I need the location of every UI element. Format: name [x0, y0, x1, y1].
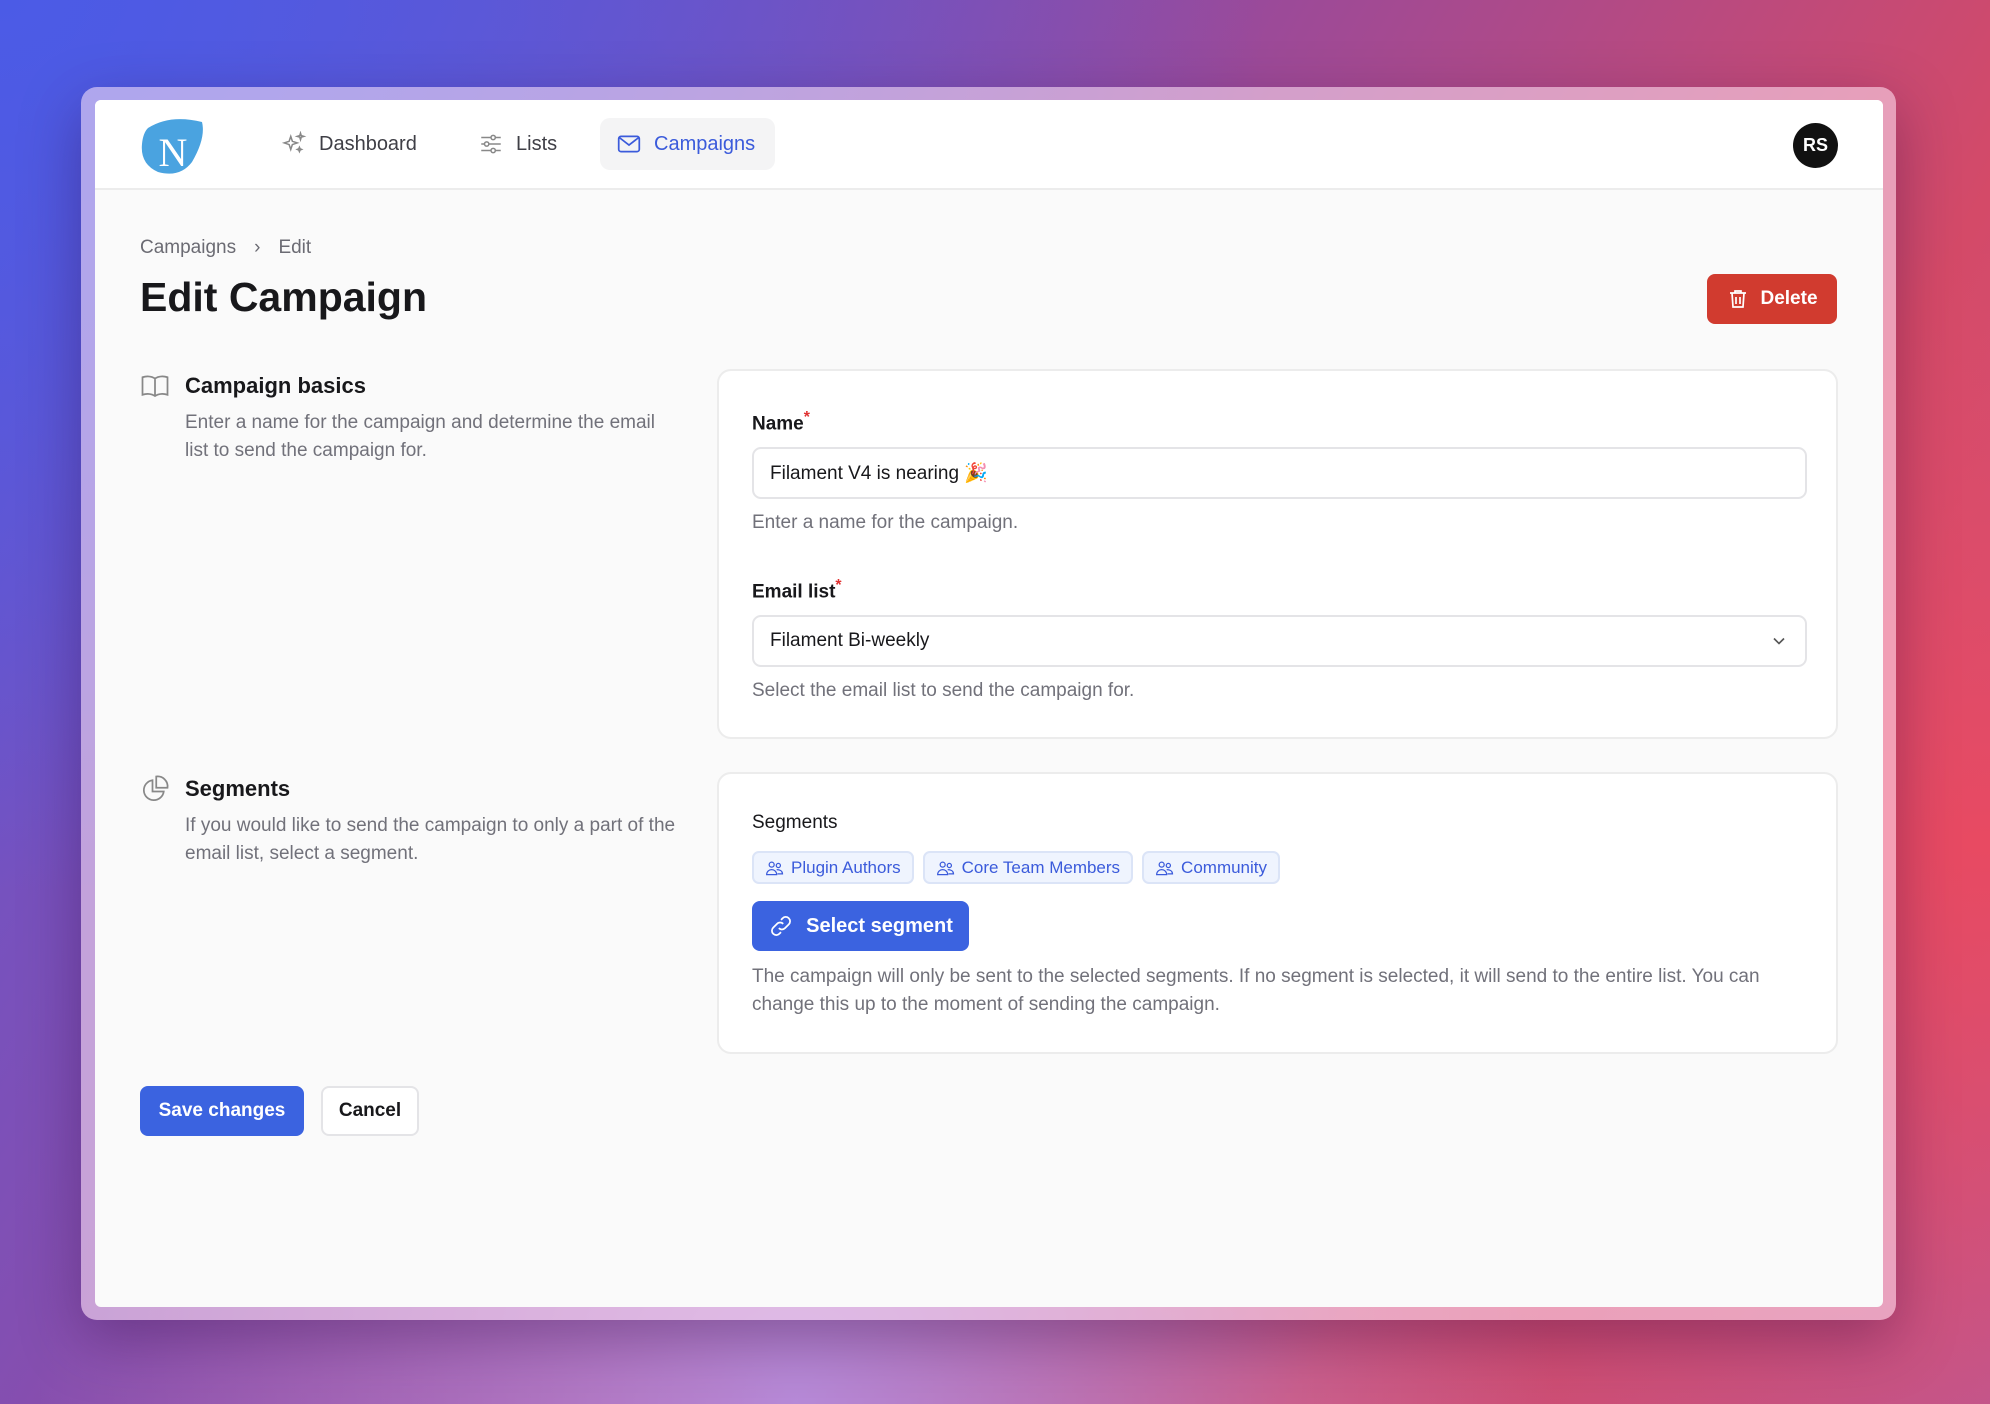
app-window: N Dashboard Lists Campaigns RS Campaigns… — [95, 100, 1883, 1307]
top-bar: N Dashboard Lists Campaigns RS — [95, 100, 1883, 190]
nav-dashboard[interactable]: Dashboard — [265, 118, 433, 170]
users-icon — [1156, 861, 1174, 875]
section-heading: Campaign basics — [185, 373, 366, 398]
nav-lists[interactable]: Lists — [462, 118, 573, 170]
users-icon — [766, 861, 784, 875]
page-title: Edit Campaign — [140, 274, 428, 320]
nav-label: Dashboard — [319, 132, 417, 155]
segment-badge[interactable]: Core Team Members — [922, 851, 1134, 884]
name-help: Enter a name for the campaign. — [752, 512, 1019, 533]
chart-pie-icon — [143, 775, 169, 801]
logo[interactable]: N — [140, 118, 206, 174]
section-segments: Segments If you would like to send the c… — [140, 774, 680, 868]
cancel-button[interactable]: Cancel — [321, 1086, 419, 1136]
book-open-icon — [141, 375, 169, 398]
delete-button[interactable]: Delete — [1707, 274, 1837, 324]
section-description: If you would like to send the campaign t… — [185, 815, 676, 864]
segment-badge[interactable]: Community — [1142, 851, 1281, 884]
email-list-help: Select the email list to send the campai… — [752, 680, 1135, 701]
link-icon — [771, 916, 792, 936]
segment-badge[interactable]: Plugin Authors — [752, 851, 914, 884]
nav-label: Lists — [516, 132, 558, 155]
nav-label: Campaigns — [654, 132, 756, 155]
svg-text:N: N — [159, 130, 188, 174]
select-segment-button[interactable]: Select segment — [752, 901, 969, 951]
email-list-select[interactable]: Filament Bi-weekly — [752, 615, 1807, 667]
email-list-label: Email list* — [752, 577, 842, 603]
name-label: Name* — [752, 409, 810, 435]
delete-label: Delete — [1760, 288, 1818, 309]
chevron-down-icon — [1773, 637, 1785, 645]
sliders-icon — [481, 134, 501, 154]
segments-help: The campaign will only be sent to the se… — [752, 966, 1760, 1015]
users-icon — [936, 861, 954, 875]
nav-campaigns[interactable]: Campaigns — [600, 118, 775, 170]
sparkles-icon — [281, 131, 307, 154]
section-description: Enter a name for the campaign and determ… — [185, 412, 655, 461]
select-value: Filament Bi-weekly — [770, 630, 930, 651]
save-changes-button[interactable]: Save changes — [140, 1086, 304, 1136]
section-campaign-basics: Campaign basics Enter a name for the cam… — [140, 371, 680, 465]
chevron-right-icon: › — [254, 237, 261, 258]
envelope-icon — [617, 135, 641, 153]
breadcrumb: Campaigns › Edit — [140, 237, 311, 259]
segments-label: Segments — [752, 812, 838, 833]
segment-badges: Plugin Authors Core Team Members Communi… — [752, 851, 1281, 884]
name-input[interactable]: Filament V4 is nearing 🎉 — [752, 447, 1807, 499]
campaign-basics-card: Name* Filament V4 is nearing 🎉 Enter a n… — [717, 369, 1838, 739]
trash-icon — [1730, 290, 1747, 308]
breadcrumb-campaigns[interactable]: Campaigns — [140, 237, 236, 259]
segments-card: Segments Plugin Authors Core Team Member… — [717, 772, 1838, 1054]
breadcrumb-edit: Edit — [278, 237, 312, 258]
avatar[interactable]: RS — [1793, 123, 1838, 168]
section-heading: Segments — [185, 776, 291, 801]
